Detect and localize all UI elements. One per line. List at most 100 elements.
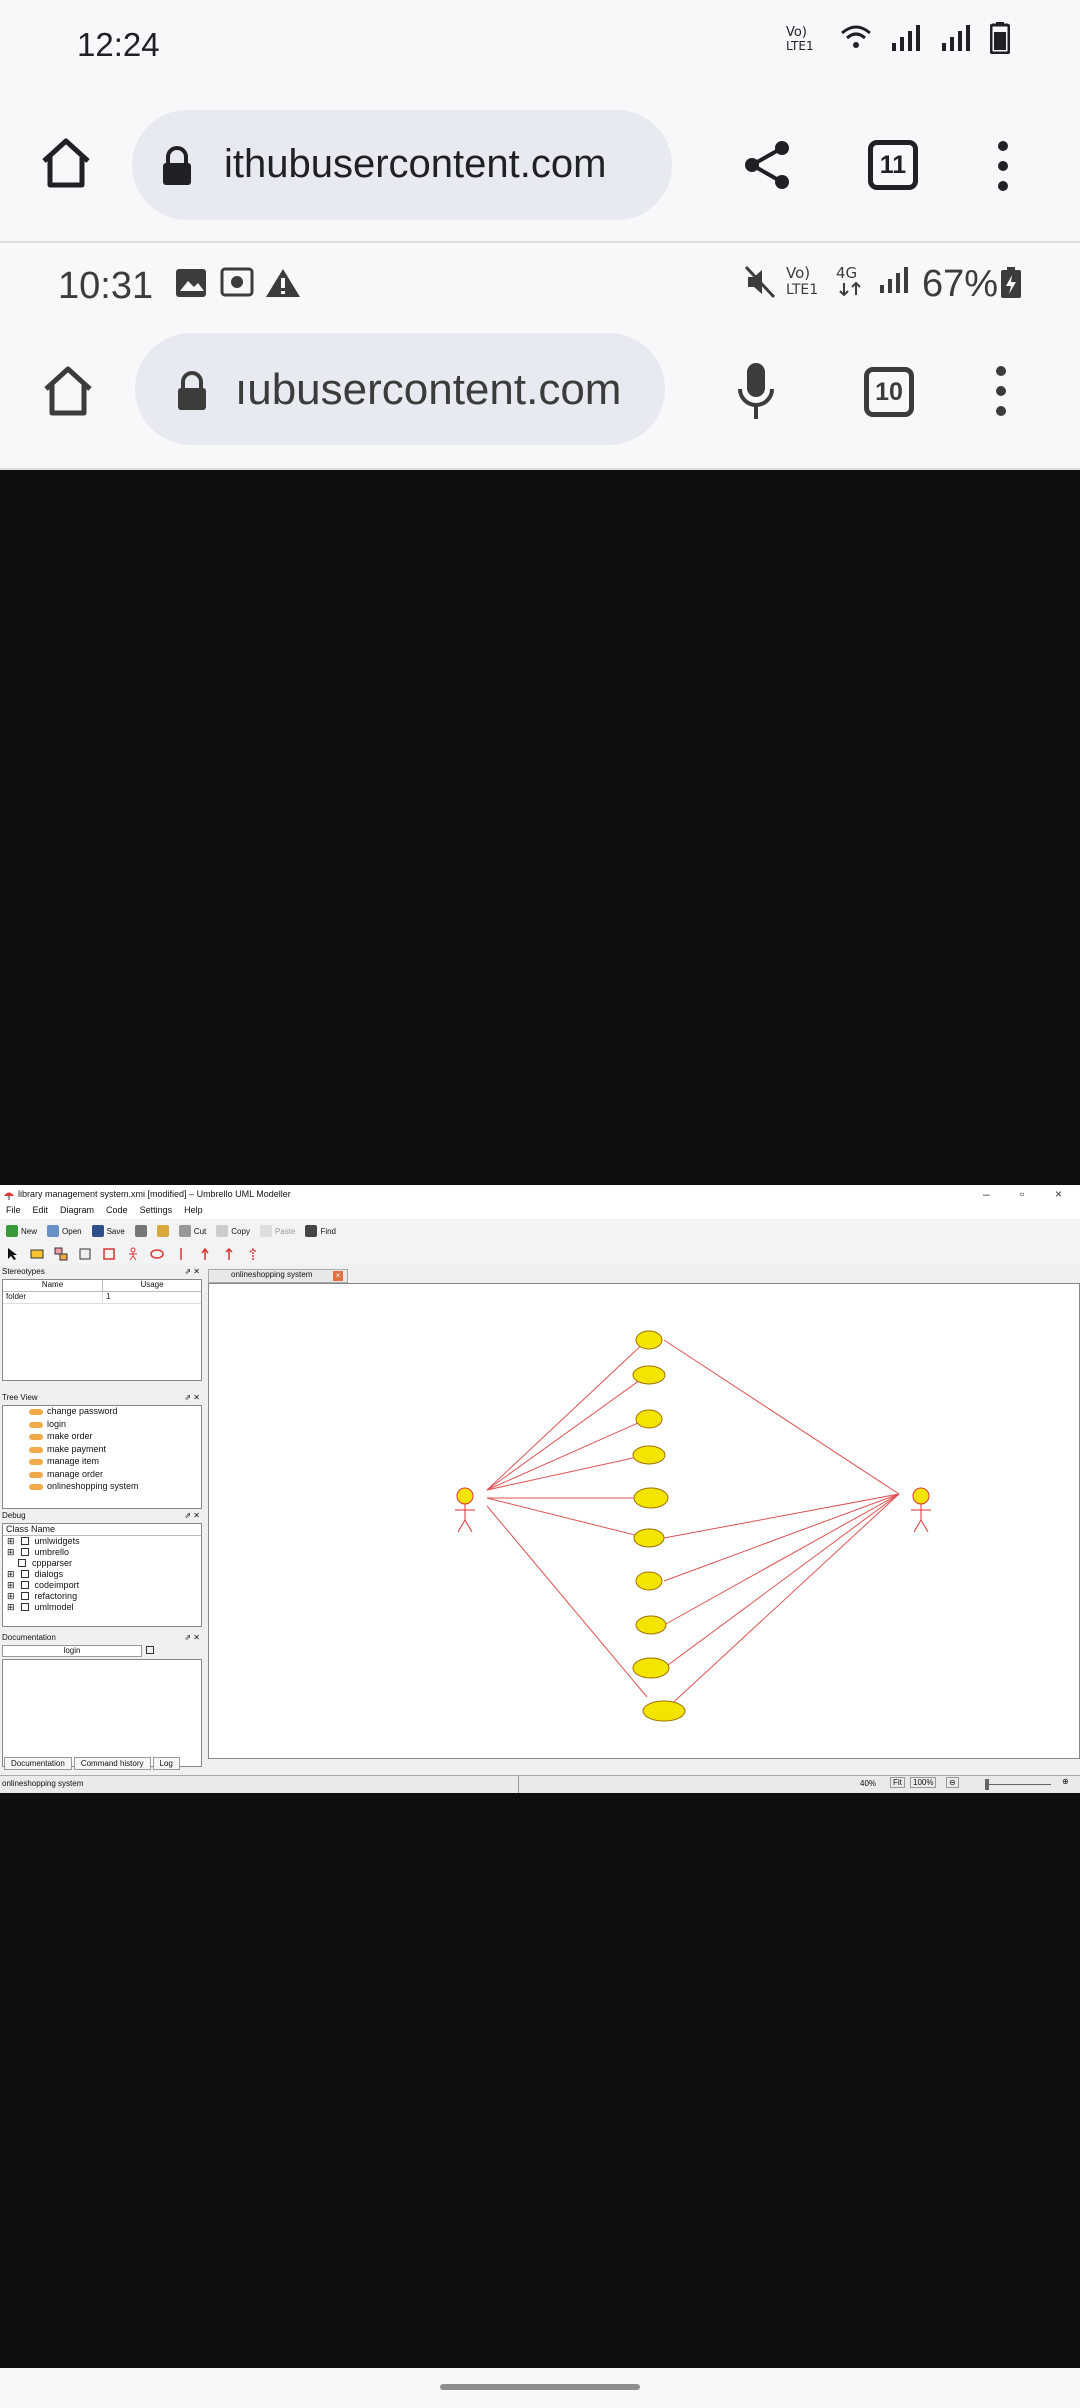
gesture-handle[interactable]	[440, 2384, 640, 2390]
tree-item[interactable]: make order	[3, 1431, 201, 1444]
save-button[interactable]: Save	[91, 1225, 125, 1237]
home-icon[interactable]	[38, 135, 94, 191]
more-menu-icon[interactable]	[990, 138, 1016, 194]
main-toolbar: New Open Save Cut Copy Paste Find	[0, 1219, 1080, 1243]
dependency-icon[interactable]	[246, 1247, 260, 1261]
checkbox[interactable]	[20, 1581, 29, 1589]
list-item[interactable]: ⊞ umbrello	[3, 1547, 201, 1558]
use-case[interactable]	[635, 1571, 663, 1591]
checkbox[interactable]	[20, 1570, 29, 1578]
status-time: 12:24	[77, 26, 160, 63]
checkbox[interactable]	[18, 1559, 27, 1567]
documentation-text[interactable]	[2, 1659, 202, 1767]
list-item[interactable]: ⊞ umlmodel	[3, 1602, 201, 1613]
use-case-icon[interactable]	[150, 1247, 164, 1261]
use-case[interactable]	[633, 1487, 669, 1509]
menu-edit[interactable]: Edit	[33, 1205, 49, 1219]
documentation-checkbox[interactable]	[146, 1646, 154, 1654]
use-case[interactable]	[632, 1365, 666, 1385]
zoom-slider-handle[interactable]	[985, 1779, 989, 1790]
use-case[interactable]	[635, 1409, 663, 1429]
menu-settings[interactable]: Settings	[140, 1205, 173, 1219]
actor-admin[interactable]	[911, 1487, 931, 1533]
anchor-icon[interactable]	[54, 1247, 68, 1261]
menu-file[interactable]: File	[6, 1205, 21, 1219]
use-case[interactable]	[635, 1615, 667, 1635]
inner-status-time: 10:31	[58, 265, 154, 307]
actor-customer[interactable]	[455, 1487, 475, 1533]
status-diagram-name: onlineshopping system	[2, 1779, 84, 1788]
tree-view-panel: Tree View ⇗ ✕ change password login make …	[0, 1393, 204, 1511]
menu-code[interactable]: Code	[106, 1205, 128, 1219]
stereotypes-title: Stereotypes	[2, 1267, 45, 1276]
tree-item[interactable]: login	[3, 1419, 201, 1432]
tree-item[interactable]: manage order	[3, 1469, 201, 1482]
zoom-out-icon[interactable]: ⊖	[946, 1777, 959, 1788]
tree-item[interactable]: onlineshopping system	[3, 1481, 201, 1494]
checkbox[interactable]	[20, 1603, 29, 1611]
new-button[interactable]: New	[6, 1225, 37, 1237]
dock-close-icon[interactable]: ⇗ ✕	[184, 1511, 200, 1523]
select-arrow-icon[interactable]	[6, 1247, 20, 1261]
maximize-icon[interactable]: ▫	[1020, 1187, 1024, 1201]
column-header-class-name[interactable]: Class Name	[3, 1524, 201, 1536]
tab-documentation[interactable]: Documentation	[4, 1757, 72, 1770]
text-icon[interactable]	[78, 1247, 92, 1261]
dock-close-icon[interactable]: ⇗ ✕	[184, 1393, 200, 1405]
list-item[interactable]: ⊞ umlwidgets	[3, 1536, 201, 1547]
tab-command-history[interactable]: Command history	[73, 1757, 151, 1770]
menu-help[interactable]: Help	[184, 1205, 203, 1219]
address-bar[interactable]: ithubusercontent.com	[132, 110, 672, 220]
dock-close-icon[interactable]: ⇗ ✕	[184, 1633, 200, 1645]
diagram-canvas[interactable]	[208, 1283, 1080, 1759]
checkbox[interactable]	[20, 1537, 29, 1545]
box-icon[interactable]	[102, 1247, 116, 1261]
use-case[interactable]	[632, 1445, 666, 1465]
list-item[interactable]: cppparser	[3, 1558, 201, 1569]
list-item[interactable]: ⊞ refactoring	[3, 1591, 201, 1602]
zoom-100-button[interactable]: 100%	[910, 1777, 937, 1788]
zoom-slider[interactable]	[985, 1784, 1051, 1785]
checkbox[interactable]	[20, 1592, 29, 1600]
actor-icon[interactable]	[126, 1247, 140, 1261]
use-case[interactable]	[633, 1528, 665, 1548]
debug-panel: Debug ⇗ ✕ Class Name ⊞ umlwidgets ⊞ umbrell…	[0, 1511, 204, 1629]
column-header-name[interactable]: Name	[3, 1280, 103, 1291]
use-case[interactable]	[642, 1700, 686, 1722]
list-item[interactable]: ⊞ dialogs	[3, 1569, 201, 1580]
tab-switcher-button[interactable]: 11	[868, 140, 918, 190]
menu-diagram[interactable]: Diagram	[60, 1205, 94, 1219]
tab-onlineshopping-system[interactable]: onlineshopping system ×	[208, 1269, 348, 1283]
share-icon[interactable]	[740, 138, 794, 192]
minimize-icon[interactable]: –	[983, 1187, 990, 1201]
list-item[interactable]: ⊞ codeimport	[3, 1580, 201, 1591]
fit-button[interactable]: Fit	[890, 1777, 905, 1788]
tree-item[interactable]: manage item	[3, 1456, 201, 1469]
battery-charging-icon	[1001, 267, 1021, 298]
documentation-name-field[interactable]: login	[2, 1645, 142, 1657]
table-row[interactable]: folder 1	[3, 1292, 201, 1304]
open-button[interactable]: Open	[47, 1225, 82, 1237]
svg-text:Vo): Vo)	[786, 25, 807, 40]
copy-button[interactable]: Copy	[216, 1225, 250, 1237]
print-button[interactable]	[134, 1225, 147, 1237]
close-tab-icon[interactable]: ×	[333, 1271, 343, 1281]
dock-close-icon[interactable]: ⇗ ✕	[184, 1267, 200, 1279]
close-icon[interactable]: ×	[1055, 1187, 1062, 1201]
paste-button[interactable]: Paste	[259, 1225, 295, 1237]
association-icon[interactable]	[222, 1247, 236, 1261]
tree-item[interactable]: make payment	[3, 1444, 201, 1457]
tree-item[interactable]: change password	[3, 1406, 201, 1419]
undo-button[interactable]	[156, 1225, 169, 1237]
use-case[interactable]	[632, 1657, 670, 1679]
cut-button[interactable]: Cut	[178, 1225, 206, 1237]
zoom-in-icon[interactable]: ⊕	[1062, 1777, 1069, 1786]
svg-text:4G: 4G	[836, 264, 857, 282]
column-header-usage[interactable]: Usage	[103, 1280, 201, 1291]
checkbox[interactable]	[20, 1548, 29, 1556]
generalization-icon[interactable]	[198, 1247, 212, 1261]
note-icon[interactable]	[30, 1247, 44, 1261]
tab-log[interactable]: Log	[152, 1757, 180, 1770]
use-case[interactable]	[635, 1330, 663, 1350]
find-button[interactable]: Find	[305, 1225, 336, 1237]
